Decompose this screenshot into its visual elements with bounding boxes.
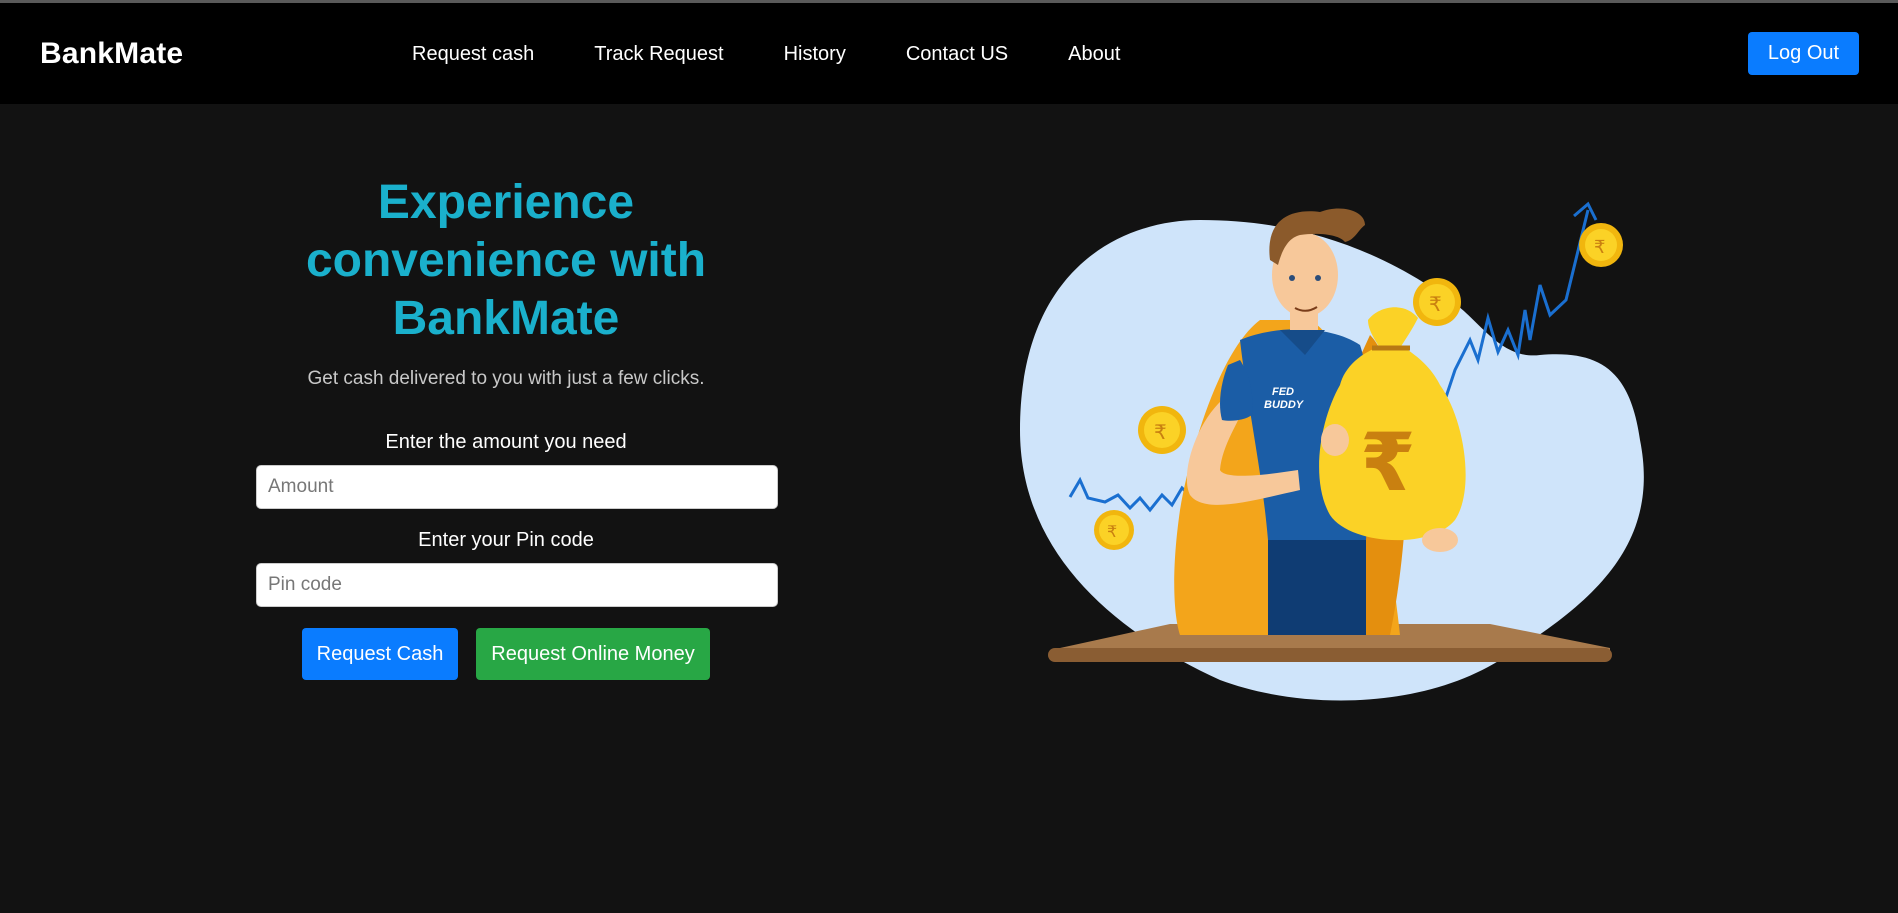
coin-1: ₹ bbox=[1138, 406, 1186, 454]
request-cash-button[interactable]: Request Cash bbox=[302, 628, 458, 680]
hero-subtitle: Get cash delivered to you with just a fe… bbox=[307, 368, 705, 389]
pin-label: Enter your Pin code bbox=[418, 529, 594, 551]
coin-4: ₹ bbox=[1579, 223, 1623, 267]
right-eye bbox=[1315, 275, 1321, 281]
nav-link-history[interactable]: History bbox=[784, 43, 846, 66]
left-eye bbox=[1289, 275, 1295, 281]
coin-3-symbol: ₹ bbox=[1429, 292, 1442, 316]
request-online-money-button[interactable]: Request Online Money bbox=[476, 628, 710, 680]
shirt-text-line2: BUDDY bbox=[1264, 399, 1305, 411]
logout-button[interactable]: Log Out bbox=[1748, 32, 1859, 75]
amount-input[interactable] bbox=[256, 465, 778, 509]
coin-2: ₹ bbox=[1094, 510, 1134, 550]
nav-links: Request cash Track Request History Conta… bbox=[412, 43, 1180, 66]
right-hand bbox=[1422, 528, 1458, 552]
navbar: BankMate Request cash Track Request Hist… bbox=[0, 3, 1898, 104]
rupee-symbol-bag: ₹ bbox=[1360, 416, 1416, 509]
shirt-text-line1: FED bbox=[1272, 386, 1294, 398]
pin-code-input[interactable] bbox=[256, 563, 778, 607]
hero-title-line-1: Experience bbox=[377, 176, 635, 229]
left-hand bbox=[1321, 424, 1349, 456]
brand-logo[interactable]: BankMate bbox=[40, 37, 183, 71]
amount-label: Enter the amount you need bbox=[385, 431, 627, 453]
coin-2-symbol: ₹ bbox=[1107, 522, 1117, 541]
platform-edge bbox=[1048, 648, 1612, 662]
coin-3: ₹ bbox=[1413, 278, 1461, 326]
nav-link-track-request[interactable]: Track Request bbox=[594, 43, 723, 66]
hero-title: Experience convenience with BankMate bbox=[256, 174, 756, 348]
nav-link-request-cash[interactable]: Request cash bbox=[412, 43, 534, 66]
nav-link-about[interactable]: About bbox=[1068, 43, 1120, 66]
hero-illustration: FED BUDDY ₹ ₹ ₹ ₹ ₹ bbox=[1020, 201, 1644, 701]
coin-4-symbol: ₹ bbox=[1594, 237, 1605, 258]
legs bbox=[1268, 540, 1366, 635]
hero-title-line-3: BankMate bbox=[392, 292, 620, 345]
coin-1-symbol: ₹ bbox=[1154, 420, 1167, 444]
nav-link-contact-us[interactable]: Contact US bbox=[906, 43, 1008, 66]
hero-title-line-2: convenience with bbox=[305, 234, 707, 287]
